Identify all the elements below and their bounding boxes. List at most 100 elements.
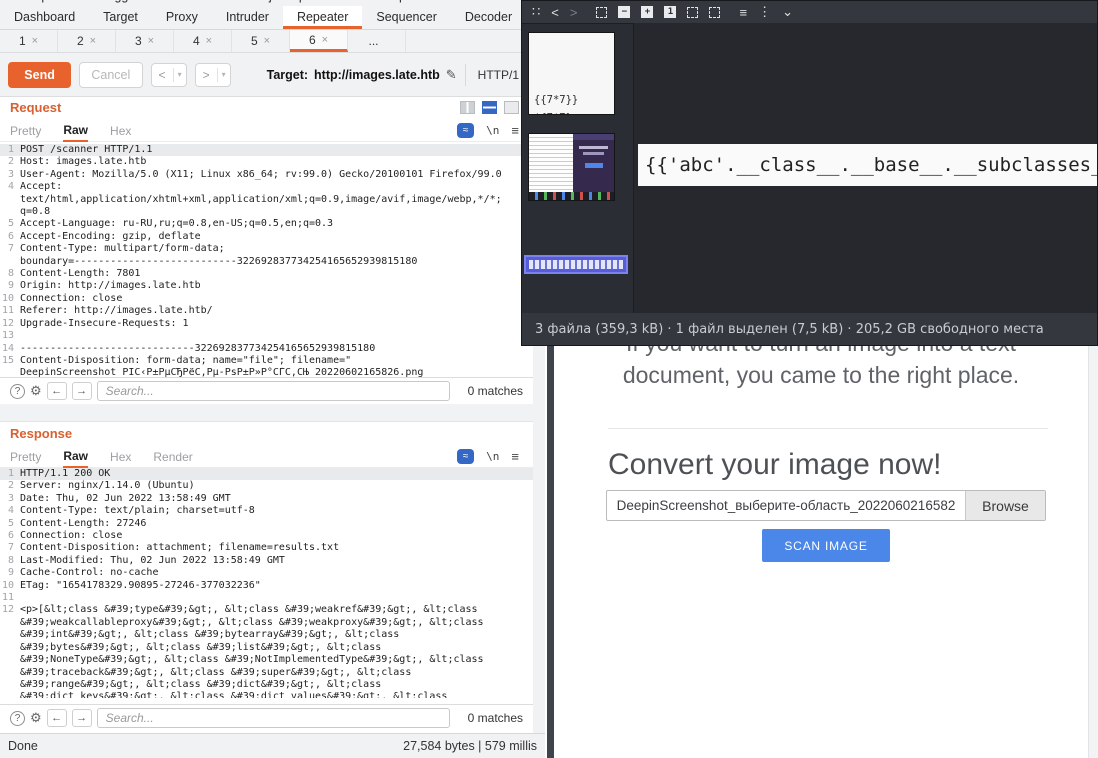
- burp-menu-row-main: DashboardTargetProxyIntruderRepeaterSequ…: [0, 6, 533, 30]
- repeater-tab[interactable]: 1 ×: [0, 30, 58, 52]
- close-icon[interactable]: ×: [148, 35, 154, 47]
- history-forward-button[interactable]: > ▾: [195, 63, 231, 87]
- view-tab[interactable]: Hex: [110, 446, 131, 468]
- burp-menu-tab[interactable]: Sequencer: [362, 6, 450, 29]
- gear-icon[interactable]: ⚙: [30, 383, 42, 399]
- grid-view-icon[interactable]: ∷: [532, 4, 540, 20]
- thumbnail-panel: {{7*7}}${7*7}<%= 7*7 %>${{7*7}}: [522, 23, 634, 313]
- layout-rows-icon[interactable]: [482, 101, 497, 114]
- request-editor[interactable]: 1 POST /scanner HTTP/1.1 2 Host: images.…: [0, 144, 533, 377]
- burp-menu-tab[interactable]: Repeater: [283, 6, 362, 29]
- chevron-down-icon[interactable]: ⌄: [782, 4, 793, 20]
- request-search-bar: ? ⚙ ← → 0 matches: [0, 377, 533, 404]
- layout-columns-icon[interactable]: [460, 101, 475, 114]
- prev-match-icon[interactable]: ←: [47, 382, 67, 400]
- zoom-out-icon[interactable]: −: [618, 6, 630, 18]
- fullscreen-icon[interactable]: [687, 7, 698, 18]
- code-row: 5 Content-Length: 27246: [0, 518, 533, 530]
- view-tab[interactable]: Pretty: [10, 120, 41, 142]
- selected-thumb-content: [529, 260, 623, 269]
- next-match-icon[interactable]: →: [72, 709, 92, 727]
- repeater-tab[interactable]: ...: [348, 30, 406, 52]
- view-tab[interactable]: Raw: [63, 446, 88, 468]
- code-row: 10 ETag: "1654178329.90895-27246-3770322…: [0, 580, 533, 592]
- pretty-print-icon[interactable]: ≈: [457, 123, 474, 138]
- thumbnail-payload-image[interactable]: {{7*7}}${7*7}<%= 7*7 %>${{7*7}}: [528, 32, 615, 115]
- forward-arrow-icon[interactable]: >: [196, 68, 218, 82]
- browse-button[interactable]: Browse: [965, 491, 1045, 520]
- code-row: 5 Accept-Language: ru-RU,ru;q=0.8,en-US;…: [0, 218, 533, 230]
- help-icon[interactable]: ?: [10, 384, 25, 399]
- thumbnail-selected-image[interactable]: [524, 255, 628, 274]
- line-text: [20, 592, 533, 604]
- search-input[interactable]: [97, 708, 450, 728]
- line-text: Content-Disposition: attachment; filenam…: [20, 542, 533, 554]
- line-text: DeepinScreenshot_РІС‹Р±РµСЂРёС‚Рµ-РѕР±Р»…: [20, 367, 533, 377]
- view-tab[interactable]: Render: [153, 446, 192, 468]
- gear-icon[interactable]: ⚙: [30, 710, 42, 726]
- line-number: 6: [0, 530, 20, 542]
- target-display: Target: http://images.late.htb ✎: [267, 67, 457, 83]
- forward-icon[interactable]: >: [570, 5, 578, 20]
- close-icon[interactable]: ×: [264, 35, 270, 47]
- burp-menu-tab[interactable]: Intruder: [212, 6, 283, 29]
- layout-single-icon[interactable]: [504, 101, 519, 114]
- zoom-fit-icon[interactable]: [596, 7, 607, 18]
- close-icon[interactable]: ×: [322, 34, 328, 46]
- view-tab[interactable]: Hex: [110, 120, 131, 142]
- editor-menu-icon[interactable]: ≡: [511, 123, 519, 138]
- burp-menu-tab[interactable]: Proxy: [152, 6, 212, 29]
- zoom-100-icon[interactable]: 1: [664, 6, 676, 18]
- fit-window-icon[interactable]: [709, 7, 720, 18]
- zoom-in-icon[interactable]: +: [641, 6, 653, 18]
- file-input[interactable]: DeepinScreenshot_выберите-область_202206…: [606, 490, 1046, 521]
- image-viewer-window: ∷ < > − + 1 ≡ ⋮ ⌄ {{7*7}}${7*7}<%= 7*7 %…: [521, 0, 1098, 346]
- code-row: 12 Upgrade-Insecure-Requests: 1: [0, 318, 533, 330]
- list-view-icon[interactable]: ≡: [739, 5, 747, 20]
- http-version-toggle[interactable]: HTTP/1: [465, 64, 525, 86]
- line-number: 10: [0, 580, 20, 592]
- line-text: HTTP/1.1 200 OK: [20, 468, 533, 480]
- line-number: 12: [0, 318, 20, 330]
- burp-menu-tab[interactable]: Decoder: [451, 6, 526, 29]
- burp-menu-tab[interactable]: Target: [89, 6, 152, 29]
- line-text: <p>[&lt;class &#39;type&#39;&gt;, &lt;cl…: [20, 604, 533, 616]
- send-button[interactable]: Send: [8, 62, 71, 88]
- back-arrow-icon[interactable]: <: [152, 68, 174, 82]
- history-back-button[interactable]: < ▾: [151, 63, 187, 87]
- view-tab[interactable]: Raw: [63, 120, 88, 142]
- view-tab[interactable]: Pretty: [10, 446, 41, 468]
- repeater-tab[interactable]: 3 ×: [116, 30, 174, 52]
- image-preview[interactable]: {{'abc'.__class__.__base__.__subclasses_…: [638, 144, 1097, 186]
- editor-menu-icon[interactable]: ≡: [511, 449, 519, 464]
- repeater-tab[interactable]: 5 ×: [232, 30, 290, 52]
- edit-pencil-icon[interactable]: ✎: [446, 67, 457, 83]
- repeater-tab[interactable]: 4 ×: [174, 30, 232, 52]
- chevron-down-icon[interactable]: ▾: [218, 70, 230, 79]
- pretty-print-icon[interactable]: ≈: [457, 449, 474, 464]
- search-input[interactable]: [97, 381, 450, 401]
- line-number: 8: [0, 555, 20, 567]
- show-newlines-icon[interactable]: \n: [486, 124, 499, 137]
- response-editor[interactable]: 1 HTTP/1.1 200 OK 2 Server: nginx/1.14.0…: [0, 468, 533, 698]
- close-icon[interactable]: ×: [206, 35, 212, 47]
- next-match-icon[interactable]: →: [72, 382, 92, 400]
- show-newlines-icon[interactable]: \n: [486, 450, 499, 463]
- repeater-tab[interactable]: 6 ×: [290, 30, 348, 52]
- scan-image-button[interactable]: SCAN IMAGE: [762, 529, 890, 562]
- scrollbar[interactable]: [1088, 320, 1098, 758]
- code-row: &#39;NoneType&#39;&gt;, &lt;class &#39;N…: [0, 654, 533, 666]
- thumbnail-screenshot[interactable]: [528, 133, 615, 201]
- close-icon[interactable]: ×: [90, 35, 96, 47]
- cancel-button[interactable]: Cancel: [79, 62, 142, 88]
- burp-menu-tab[interactable]: Dashboard: [0, 6, 89, 29]
- prev-match-icon[interactable]: ←: [47, 709, 67, 727]
- chevron-down-icon[interactable]: ▾: [174, 70, 186, 79]
- repeater-tab[interactable]: 2 ×: [58, 30, 116, 52]
- request-view-tabs: Pretty Raw Hex ≈ \n ≡: [0, 120, 533, 142]
- kebab-menu-icon[interactable]: ⋮: [758, 4, 771, 20]
- close-icon[interactable]: ×: [32, 35, 38, 47]
- help-icon[interactable]: ?: [10, 711, 25, 726]
- back-icon[interactable]: <: [551, 5, 559, 20]
- code-row: 13: [0, 330, 533, 342]
